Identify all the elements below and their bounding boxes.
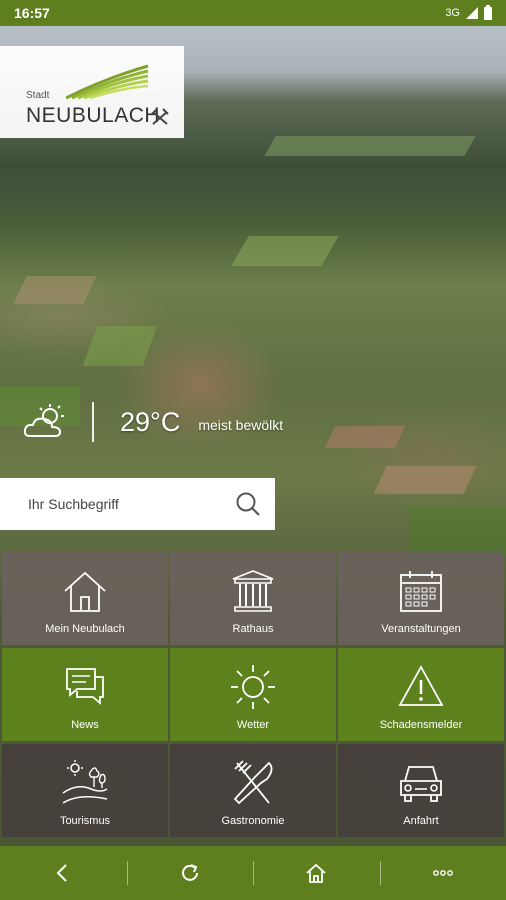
back-button[interactable] — [0, 846, 127, 900]
signal-icon — [466, 7, 478, 19]
search-bar[interactable] — [0, 478, 275, 530]
logo-swoosh-icon — [66, 64, 149, 100]
weather-temperature: 29°C — [120, 406, 181, 437]
status-icons: 3G — [445, 4, 492, 20]
back-icon — [56, 864, 67, 882]
menu-tile-grid: Mein Neubulach Rathaus Veranstaltungen N… — [0, 550, 506, 839]
tile-label: Rathaus — [232, 623, 274, 635]
car-icon — [400, 766, 442, 802]
warning-icon — [398, 665, 444, 706]
landscape-icon — [62, 760, 108, 804]
logo-name: NEUBULACH — [26, 104, 161, 127]
tile-label: News — [71, 719, 99, 731]
hammer-pick-icon — [151, 108, 169, 125]
tile-gastronomie[interactable]: Gastronomie — [170, 744, 336, 837]
tile-label: Schadensmelder — [379, 719, 463, 731]
house-icon — [64, 571, 106, 612]
townhall-icon — [232, 570, 274, 612]
tile-anfahrt[interactable]: Anfahrt — [338, 744, 504, 837]
status-time: 16:57 — [14, 5, 50, 21]
tile-veranstaltungen[interactable]: Veranstaltungen — [338, 552, 504, 645]
chat-bubbles-icon — [66, 668, 104, 705]
more-button[interactable] — [379, 846, 506, 900]
tile-label: Wetter — [236, 719, 270, 731]
sun-icon — [231, 665, 275, 709]
partly-cloudy-icon — [23, 404, 64, 437]
tile-rathaus[interactable]: Rathaus — [170, 552, 336, 645]
home-icon — [306, 863, 326, 883]
tile-news[interactable]: News — [2, 648, 168, 741]
refresh-button[interactable] — [126, 846, 254, 900]
weather-condition: meist bewölkt — [198, 417, 284, 433]
tile-label: Anfahrt — [403, 815, 439, 827]
tile-mein-neubulach[interactable]: Mein Neubulach — [2, 552, 168, 645]
tile-tourismus[interactable]: Tourismus — [2, 744, 168, 837]
search-icon[interactable] — [235, 491, 261, 517]
status-bar: 16:57 3G — [0, 0, 506, 26]
weather-separator — [92, 402, 94, 442]
more-icon — [432, 870, 453, 876]
tile-label: Mein Neubulach — [45, 623, 125, 635]
cutlery-icon — [233, 760, 273, 805]
tile-schadensmelder[interactable]: Schadensmelder — [338, 648, 504, 741]
battery-icon — [484, 4, 492, 20]
tile-label: Gastronomie — [221, 815, 285, 827]
refresh-icon — [181, 864, 198, 881]
bottom-navigation — [0, 846, 506, 900]
tile-label: Veranstaltungen — [381, 623, 461, 635]
search-input[interactable] — [26, 495, 235, 513]
logo-prefix: Stadt — [26, 90, 50, 101]
network-type: 3G — [445, 7, 460, 19]
home-button[interactable] — [253, 846, 380, 900]
weather-widget[interactable]: 29°C meist bewölkt — [22, 402, 283, 442]
tile-wetter[interactable]: Wetter — [170, 648, 336, 741]
tile-label: Tourismus — [59, 815, 111, 827]
city-logo: Stadt NEUBULACH — [0, 46, 184, 138]
calendar-icon — [400, 571, 442, 612]
